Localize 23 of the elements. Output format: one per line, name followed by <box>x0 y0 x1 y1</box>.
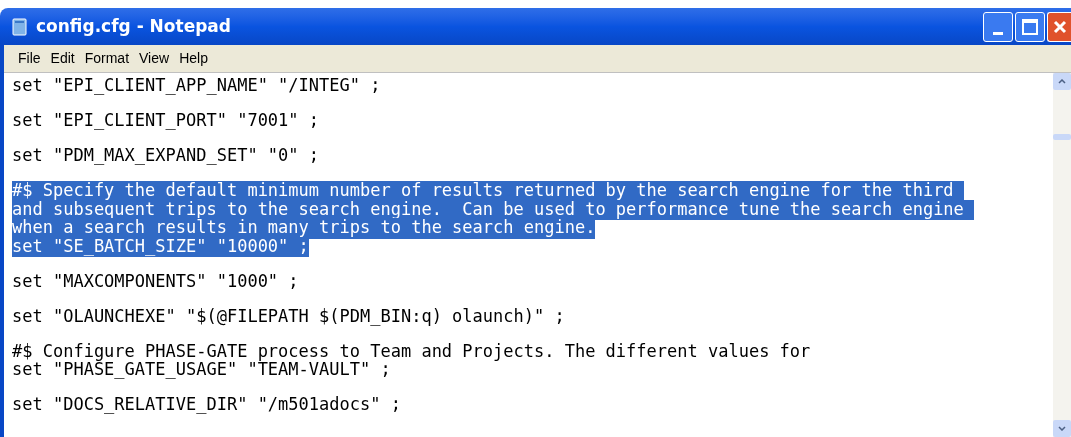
text-line: #$ Configure PHASE-GATE process to Team and Projects. The different values for <box>12 341 811 362</box>
close-icon <box>1052 19 1067 34</box>
text-line: set "MAXCOMPONENTS" "1000" ; <box>12 271 299 292</box>
text-line: set "EPI_CLIENT_PORT" "7001" ; <box>12 111 320 132</box>
caret-up-icon <box>1058 79 1066 84</box>
text-line: set "EPI_CLIENT_APP_NAME" "/INTEG" ; <box>12 76 381 97</box>
menu-item[interactable]: File <box>14 48 45 69</box>
menu-item[interactable]: View <box>135 48 174 69</box>
text-line: set "OLAUNCHEXE" "$(@FILEPATH $(PDM_BIN:q) olaunch)" ; <box>12 306 565 327</box>
maximize-button[interactable] <box>1015 11 1045 42</box>
text-line: set "PDM_MAX_EXPAND_SET" "0" ; <box>12 146 320 167</box>
vertical-scrollbar[interactable] <box>1053 73 1071 437</box>
text-line: set "DOCS_RELATIVE_DIR" "/m501adocs" ; <box>12 395 401 416</box>
window-title: config.cfg - Notepad <box>36 14 231 38</box>
scroll-thumb[interactable] <box>1053 134 1071 140</box>
text-line: set "PHASE_GATE_USAGE" "TEAM-VAULT" ; <box>12 360 391 381</box>
minimize-button[interactable] <box>983 11 1013 42</box>
menu-item[interactable]: Format <box>80 48 134 69</box>
notepad-icon <box>12 17 28 36</box>
menu-item[interactable]: Help <box>175 48 212 69</box>
menu-item[interactable]: Edit <box>46 48 79 69</box>
caret-down-icon <box>1058 426 1066 431</box>
close-button[interactable] <box>1047 11 1071 42</box>
